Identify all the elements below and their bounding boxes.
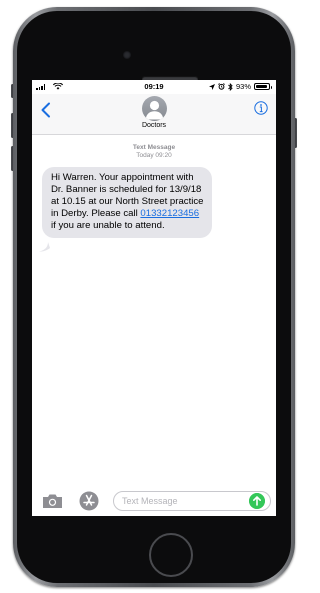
front-camera — [123, 51, 131, 59]
avatar[interactable] — [142, 96, 167, 121]
message-input[interactable] — [113, 491, 271, 511]
info-icon[interactable] — [254, 101, 268, 115]
location-arrow-icon — [208, 83, 215, 90]
person-silhouette-icon — [145, 100, 164, 120]
app-store-icon[interactable] — [79, 491, 99, 511]
message-text-end: if you are unable to attend. — [51, 220, 165, 231]
battery-icon — [254, 83, 272, 90]
camera-icon[interactable] — [42, 493, 63, 509]
bubble-tail — [39, 242, 50, 252]
battery-level-fill — [256, 85, 268, 88]
home-button[interactable] — [149, 533, 193, 577]
status-bar: 09:19 93% — [32, 80, 276, 94]
bluetooth-icon — [228, 82, 233, 91]
phone-number-link[interactable]: 01332123456 — [140, 208, 199, 219]
message-composer — [32, 486, 276, 516]
phone-screen: 09:19 93% Doctors Text Message Today 09:… — [32, 80, 276, 516]
message-meta: Text Message Today 09:20 — [32, 144, 276, 160]
incoming-message-bubble[interactable]: Hi Warren. Your appointment with Dr. Ban… — [42, 167, 212, 238]
chevron-left-icon[interactable] — [39, 102, 53, 118]
status-right-group: 93% — [208, 82, 272, 91]
message-kind-label: Text Message — [132, 144, 176, 151]
contact-name[interactable]: Doctors — [32, 122, 276, 129]
send-arrow-icon[interactable] — [249, 493, 265, 509]
conversation-header: Doctors — [32, 94, 276, 135]
message-timestamp: Today 09:20 — [136, 152, 172, 159]
battery-percentage: 93% — [235, 82, 251, 91]
alarm-icon — [218, 83, 225, 90]
device-frame-stage: 09:19 93% Doctors Text Message Today 09:… — [0, 0, 306, 593]
